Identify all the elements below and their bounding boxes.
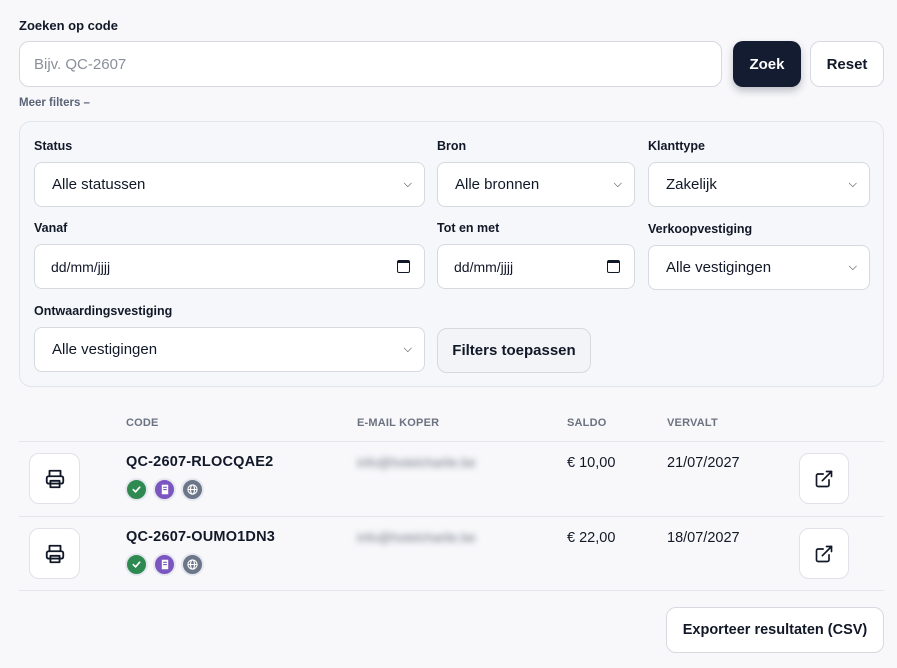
status-label: Status: [34, 139, 73, 153]
klanttype-label: Klanttype: [648, 139, 705, 153]
verkoopvestiging-label: Verkoopvestiging: [648, 222, 753, 236]
printer-icon: [45, 469, 64, 488]
verkoopvestiging-select-value: Alle vestigingen: [666, 259, 772, 276]
globe-icon: [181, 553, 204, 576]
tot-en-met-date-input[interactable]: dd/mm/jjjj: [437, 244, 635, 289]
vanaf-label: Vanaf: [34, 221, 68, 235]
open-button[interactable]: [799, 528, 849, 579]
buyer-email: info@hotelcharlie.be: [357, 455, 476, 470]
globe-icon: [181, 478, 204, 501]
chevron-down-icon: ⌵: [613, 178, 622, 190]
tot-en-met-label: Tot en met: [437, 221, 500, 235]
chevron-down-icon: ⌵: [848, 261, 857, 273]
buyer-email: info@hotelcharlie.be: [357, 530, 476, 545]
tot-en-met-date-value: dd/mm/jjjj: [454, 258, 514, 275]
calendar-icon[interactable]: [607, 260, 620, 273]
klanttype-select[interactable]: Zakelijk ⌵: [648, 162, 870, 207]
vanaf-date-input[interactable]: dd/mm/jjjj: [34, 244, 425, 289]
divider: [19, 516, 884, 517]
search-input[interactable]: [19, 41, 722, 87]
receipt-icon: [153, 553, 176, 576]
vervalt-value: 21/07/2027: [667, 455, 740, 471]
column-header-vervalt: VERVALT: [667, 417, 718, 429]
ontwaardingsvestiging-label: Ontwaardingsvestiging: [34, 304, 173, 318]
export-csv-button[interactable]: Exporteer resultaten (CSV): [666, 607, 884, 653]
bron-label: Bron: [437, 139, 467, 153]
voucher-code: QC-2607-RLOCQAE2: [126, 454, 274, 470]
chevron-down-icon: ⌵: [848, 178, 857, 190]
external-link-icon: [815, 470, 833, 487]
verkoopvestiging-select[interactable]: Alle vestigingen ⌵: [648, 245, 870, 290]
check-circle-icon: [125, 553, 148, 576]
open-button[interactable]: [799, 453, 849, 504]
external-link-icon: [815, 545, 833, 562]
column-header-email: E-MAIL KOPER: [357, 417, 440, 429]
reset-button[interactable]: Reset: [810, 41, 884, 87]
filters-panel: Status Alle statussen ⌵ Bron Alle bronne…: [19, 121, 884, 387]
chevron-down-icon: ⌵: [403, 343, 412, 355]
saldo-value: € 22,00: [567, 530, 616, 546]
apply-filters-button[interactable]: Filters toepassen: [437, 328, 591, 373]
divider: [19, 441, 884, 442]
saldo-value: € 10,00: [567, 455, 616, 471]
vanaf-date-value: dd/mm/jjjj: [51, 258, 111, 275]
chevron-down-icon: ⌵: [403, 178, 412, 190]
search-label: Zoeken op code: [19, 18, 118, 33]
calendar-icon[interactable]: [397, 260, 410, 273]
search-button[interactable]: Zoek: [733, 41, 801, 87]
print-button[interactable]: [29, 453, 80, 504]
check-circle-icon: [125, 478, 148, 501]
print-button[interactable]: [29, 528, 80, 579]
column-header-code: CODE: [126, 417, 159, 429]
klanttype-select-value: Zakelijk: [666, 176, 717, 193]
bron-select-value: Alle bronnen: [455, 176, 540, 193]
ontwaardingsvestiging-select[interactable]: Alle vestigingen ⌵: [34, 327, 425, 372]
vervalt-value: 18/07/2027: [667, 530, 740, 546]
column-header-saldo: SALDO: [567, 417, 607, 429]
voucher-code: QC-2607-OUMO1DN3: [126, 529, 276, 545]
more-filters-link[interactable]: Meer filters –: [19, 97, 90, 109]
bron-select[interactable]: Alle bronnen ⌵: [437, 162, 635, 207]
printer-icon: [45, 544, 64, 563]
divider: [19, 590, 884, 591]
receipt-icon: [153, 478, 176, 501]
ontwaardingsvestiging-select-value: Alle vestigingen: [52, 341, 158, 358]
status-select[interactable]: Alle statussen ⌵: [34, 162, 425, 207]
status-select-value: Alle statussen: [52, 176, 146, 193]
